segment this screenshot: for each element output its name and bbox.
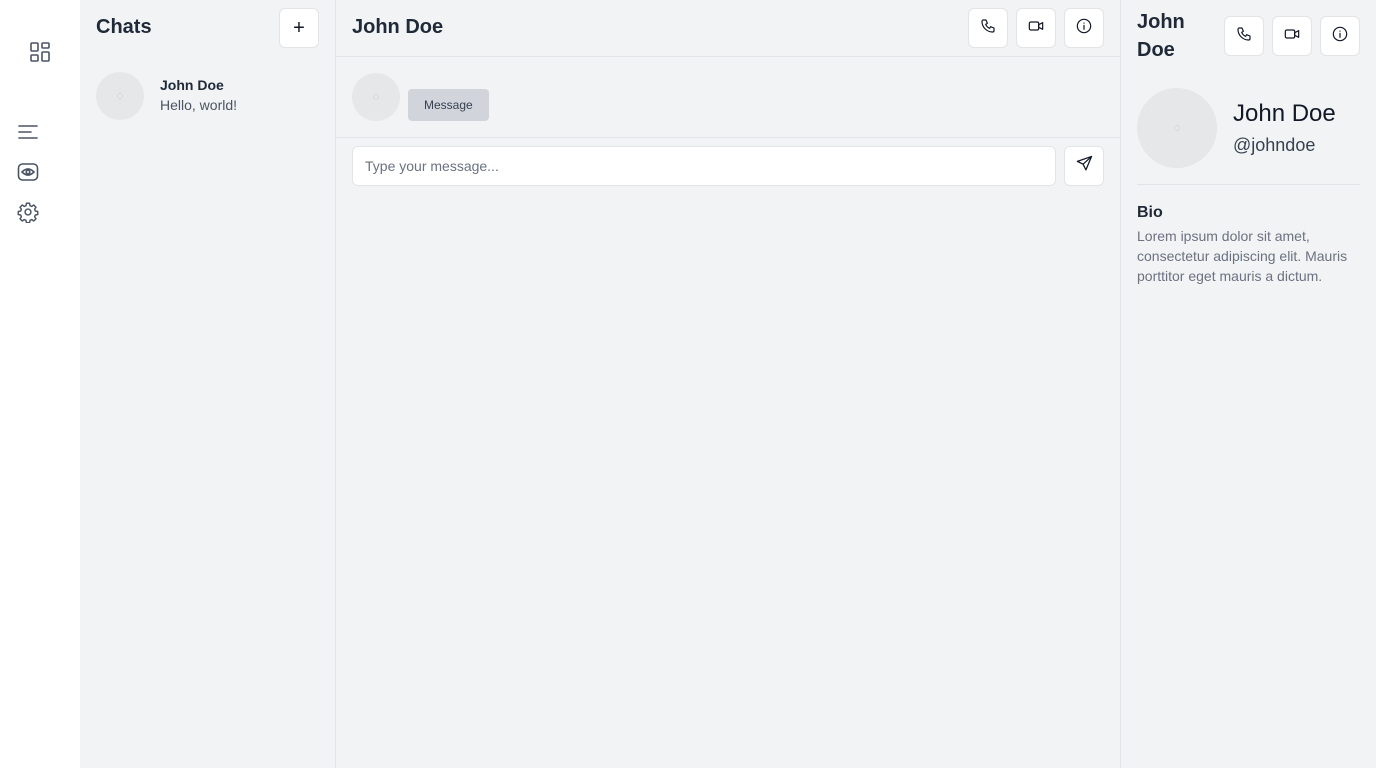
phone-icon	[980, 18, 996, 39]
send-icon	[1076, 155, 1093, 177]
avatar	[96, 72, 144, 120]
profile-title: John Doe	[1137, 11, 1185, 61]
phone-icon	[1236, 26, 1252, 47]
chat-list-item[interactable]: John Doe Hello, world!	[80, 64, 335, 128]
message-bubble: Message	[408, 89, 489, 121]
info-button[interactable]	[1064, 8, 1104, 48]
nav-rail	[0, 0, 80, 768]
profile-avatar	[1137, 88, 1217, 168]
info-icon	[1332, 26, 1348, 47]
video-call-button[interactable]	[1272, 16, 1312, 56]
info-button[interactable]	[1320, 16, 1360, 56]
conversation-panel: John Doe Message Type your message...	[336, 0, 1121, 768]
call-button[interactable]	[1224, 16, 1264, 56]
call-button[interactable]	[968, 8, 1008, 48]
video-icon	[1284, 26, 1300, 47]
video-call-button[interactable]	[1016, 8, 1056, 48]
message-list: Message	[336, 57, 1121, 138]
profile-handle: @johndoe	[1233, 135, 1316, 155]
composer	[352, 146, 1104, 186]
new-chat-button[interactable]: +	[279, 8, 319, 48]
divider	[1137, 184, 1360, 185]
bio-text: Lorem ipsum dolor sit amet, consectetur …	[1137, 228, 1348, 284]
chats-title: Chats	[96, 16, 152, 38]
profile-panel: John Doe John Doe @johndoe Bio Lorem ips…	[1121, 0, 1376, 768]
gear-icon[interactable]	[14, 198, 42, 226]
plus-icon: +	[293, 17, 305, 39]
chat-item-name: John Doe	[160, 77, 224, 93]
message-input[interactable]	[352, 146, 1056, 186]
chat-item-preview: Hello, world!	[160, 97, 238, 113]
eye-icon[interactable]	[14, 158, 42, 186]
video-icon	[1028, 18, 1044, 39]
info-icon	[1076, 18, 1092, 39]
conversation-header: John Doe	[336, 0, 1121, 57]
avatar	[352, 73, 400, 121]
conversation-title: John Doe	[352, 16, 444, 38]
send-button[interactable]	[1064, 146, 1104, 186]
menu-icon[interactable]	[14, 118, 42, 146]
chats-panel: Chats + John Doe Hello, world!	[80, 0, 336, 768]
dashboard-icon[interactable]	[26, 38, 54, 66]
profile-name: John Doe	[1233, 100, 1336, 127]
bio-label: Bio	[1137, 204, 1163, 221]
